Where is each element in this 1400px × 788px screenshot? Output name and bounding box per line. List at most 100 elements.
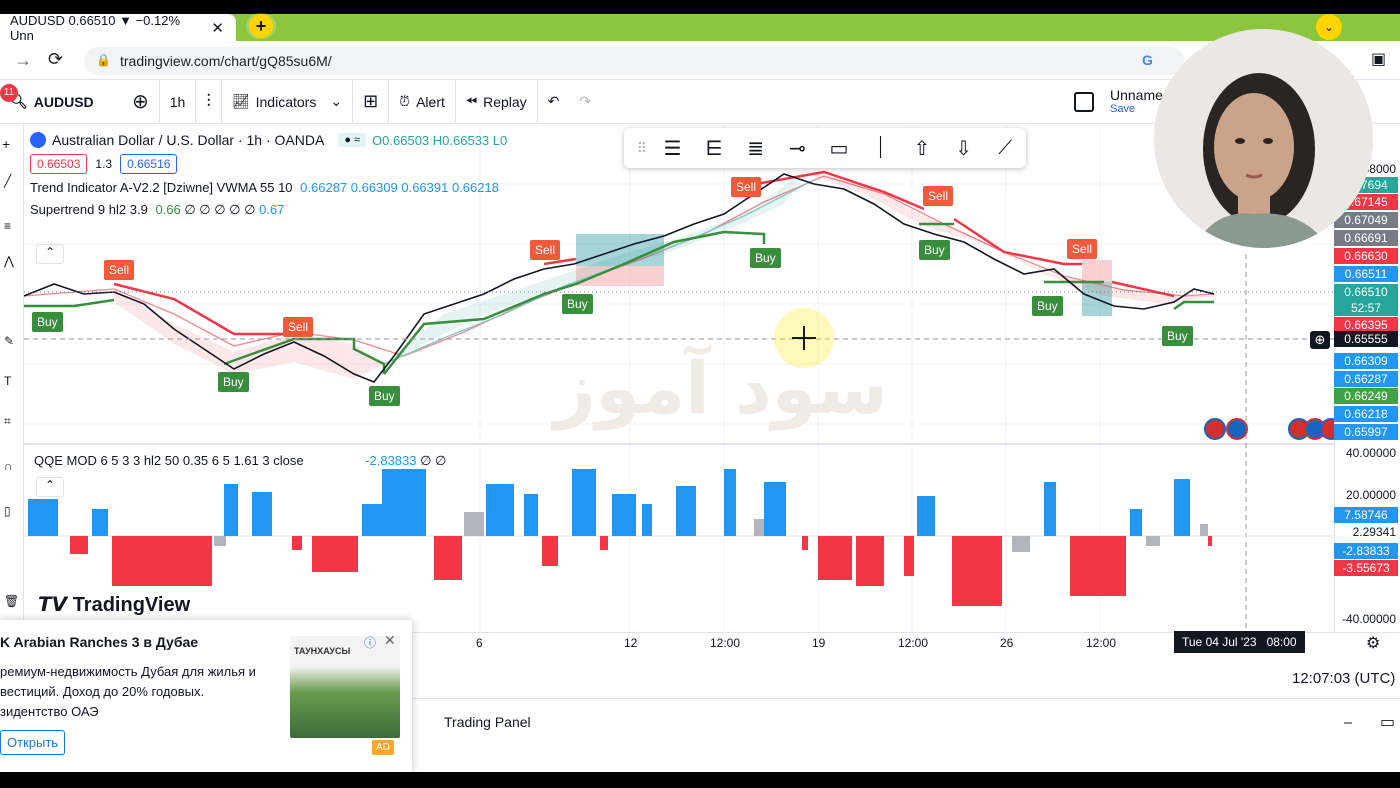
brush-icon[interactable]: ✎ xyxy=(4,334,14,348)
indicator-value: 0.66 xyxy=(155,202,181,217)
alert-button[interactable]: ⏰︎ Alert xyxy=(389,79,456,124)
vertical-line-icon[interactable]: ⏐ xyxy=(860,137,902,160)
horizontal-lines-icon[interactable]: ☰ xyxy=(652,136,694,161)
templates-button[interactable]: ⊞ xyxy=(353,79,390,124)
horizontal-ray-icon[interactable]: ⊸ xyxy=(777,136,819,161)
tv-icon: 𝙏𝙑 xyxy=(38,594,73,616)
pattern-icon[interactable]: ⋀ xyxy=(4,254,14,268)
sell-signal: Sell xyxy=(923,186,954,206)
trend-line-icon[interactable]: ⟋ xyxy=(984,137,1026,160)
lock-icon: 🔒 xyxy=(96,53,111,67)
osc-label: 7.58746 xyxy=(1334,507,1398,523)
ohlc-values: O0.66503 H0.66533 L0 xyxy=(372,132,508,148)
collapse-qqe-button[interactable]: ⌃ xyxy=(36,477,64,497)
buy-signal: Buy xyxy=(750,248,781,268)
reload-icon[interactable]: ⟳ xyxy=(48,49,63,70)
alert-label: Alert xyxy=(416,93,445,110)
ad-title[interactable]: K Arabian Ranches 3 в Дубае xyxy=(0,634,198,650)
maximize-icon[interactable]: ▭ xyxy=(1380,712,1395,732)
ad-line: ремиум-недвижимость Дубая для жилья и xyxy=(0,664,256,679)
spread-value: 1.3 xyxy=(95,157,113,171)
fib-icon[interactable]: ≡ xyxy=(4,219,11,233)
arrow-down-icon[interactable]: ⇩ xyxy=(943,136,985,161)
text-icon[interactable]: T xyxy=(4,374,11,388)
price-label: 0.65555 xyxy=(1334,331,1398,347)
forward-icon[interactable]: → xyxy=(14,50,32,71)
rectangle-icon[interactable]: ▭ xyxy=(818,136,860,161)
google-icon[interactable]: G xyxy=(1142,52,1153,68)
us-flag-icon[interactable] xyxy=(1204,418,1226,440)
replay-button[interactable]: ⏪︎ Replay xyxy=(456,79,538,124)
buy-signal: Buy xyxy=(1162,326,1193,346)
extensions-icon[interactable]: ▣ xyxy=(1371,49,1386,69)
market-status-icon[interactable]: ● ≈ xyxy=(338,133,367,147)
time-tick: 6 xyxy=(476,636,483,650)
trading-panel-tab[interactable]: Trading Panel xyxy=(444,714,531,730)
ruler-icon[interactable]: ⌗ xyxy=(4,414,11,429)
ad-line: зидентство ОАЭ xyxy=(0,704,99,719)
menu-icon[interactable]: ⋮ xyxy=(1393,49,1400,69)
collapse-legend-button[interactable]: ⌃ xyxy=(36,244,64,264)
price-label: 52:57 xyxy=(1334,300,1398,316)
indicators-button[interactable]: 📈︎ Indicators ⌄ xyxy=(222,79,354,124)
drawing-toolbar: ⠿ ☰ ⋿ ≣ ⊸ ▭ ⏐ ⇧ ⇩ ⟋ xyxy=(624,128,1026,168)
indicator-zeros: ∅ ∅ ∅ ∅ ∅ xyxy=(184,202,256,217)
buy-price-button[interactable]: 0.66516 xyxy=(120,154,178,174)
lock-icon[interactable]: ▯ xyxy=(4,504,11,518)
interval-button[interactable]: 1h xyxy=(160,79,197,124)
trash-icon[interactable]: 🗑︎ xyxy=(4,594,19,608)
trendline-icon[interactable]: ╱ xyxy=(4,174,11,188)
chart-type-button[interactable]: ⫶ xyxy=(196,79,222,124)
settings-icon[interactable]: ⚙︎ xyxy=(1366,633,1380,653)
symbol-title[interactable]: Australian Dollar / U.S. Dollar · 1h · O… xyxy=(52,132,324,148)
indicator-value: 0.67 xyxy=(259,202,285,217)
close-icon[interactable]: ✕ xyxy=(384,632,396,649)
redo-button[interactable]: ↷ xyxy=(569,80,601,124)
new-tab-button[interactable]: + xyxy=(246,13,276,39)
brand-text: TradingView xyxy=(72,594,191,616)
sell-signal: Sell xyxy=(283,317,314,337)
magnet-icon[interactable]: ∩ xyxy=(4,459,13,473)
redo-icon: ↷ xyxy=(579,93,592,109)
chart-legend: Australian Dollar / U.S. Dollar · 1h · O… xyxy=(30,132,507,218)
buy-signal: Buy xyxy=(32,312,63,332)
ad-image[interactable]: ТАУНХАУСЫ xyxy=(290,636,400,738)
crosshair-icon[interactable]: + xyxy=(2,136,10,152)
undo-button[interactable]: ↶ xyxy=(538,80,570,124)
fullscreen-icon[interactable] xyxy=(1074,92,1094,112)
price-label: 0.66287 xyxy=(1334,371,1398,387)
notification-badge[interactable]: 11 xyxy=(0,84,18,102)
drag-handle-icon[interactable]: ⠿ xyxy=(632,140,652,157)
arrow-up-icon[interactable]: ⇧ xyxy=(901,136,943,161)
symbol-search[interactable]: 🔍︎ AUDUSD xyxy=(0,80,122,124)
sell-signal: Sell xyxy=(1067,239,1098,259)
add-alert-icon[interactable]: ⊕ xyxy=(1310,331,1330,349)
time-tick: 26 xyxy=(1000,636,1014,650)
price-label: 0.66511 xyxy=(1334,266,1398,282)
symbol-label: AUDUSD xyxy=(33,93,94,110)
adchoices-icon[interactable]: ⓘ xyxy=(364,634,376,651)
osc-label: -3.55673 xyxy=(1334,560,1398,576)
indicator-trend[interactable]: Trend Indicator A-V2.2 [Dziwne] VWMA 55 … xyxy=(30,180,507,195)
sell-signal: Sell xyxy=(104,260,135,280)
price-label: 0.66691 xyxy=(1334,230,1398,246)
indicators-label: Indicators xyxy=(255,93,317,110)
qqe-legend[interactable]: QQE MOD 6 5 3 3 hl2 50 0.35 6 5 1.61 3 c… xyxy=(34,453,446,469)
compare-button[interactable]: ⊕ xyxy=(122,79,160,124)
minimize-icon[interactable]: ⎯ xyxy=(1344,714,1352,732)
regression-icon[interactable]: ≣ xyxy=(735,136,777,161)
chevron-down-icon[interactable]: ⌄ xyxy=(1316,14,1342,40)
url-field[interactable]: 🔒 tradingview.com/chart/gQ85su6M/ G xyxy=(84,47,1184,75)
webcam-overlay xyxy=(1154,29,1373,248)
parallel-channel-icon[interactable]: ⋿ xyxy=(693,136,735,161)
ad-banner[interactable]: K Arabian Ranches 3 в Дубае ремиум-недви… xyxy=(0,620,412,772)
indicator-supertrend[interactable]: Supertrend 9 hl2 3.9 0.66 ∅ ∅ ∅ ∅ ∅ 0.67 xyxy=(30,202,507,218)
clock[interactable]: 12:07:03 (UTC) xyxy=(1292,670,1395,687)
replay-label: Replay xyxy=(483,93,527,110)
browser-tab[interactable]: AUDUSD 0.66510 ▼ −0.12% Unn ✕ xyxy=(0,13,236,43)
au-flag-icon[interactable] xyxy=(1226,418,1248,440)
ad-open-button[interactable]: Открыть xyxy=(0,730,66,755)
close-icon[interactable]: ✕ xyxy=(211,19,224,37)
sell-price-button[interactable]: 0.66503 xyxy=(30,154,88,174)
price-label: 0.66510 xyxy=(1334,284,1398,300)
